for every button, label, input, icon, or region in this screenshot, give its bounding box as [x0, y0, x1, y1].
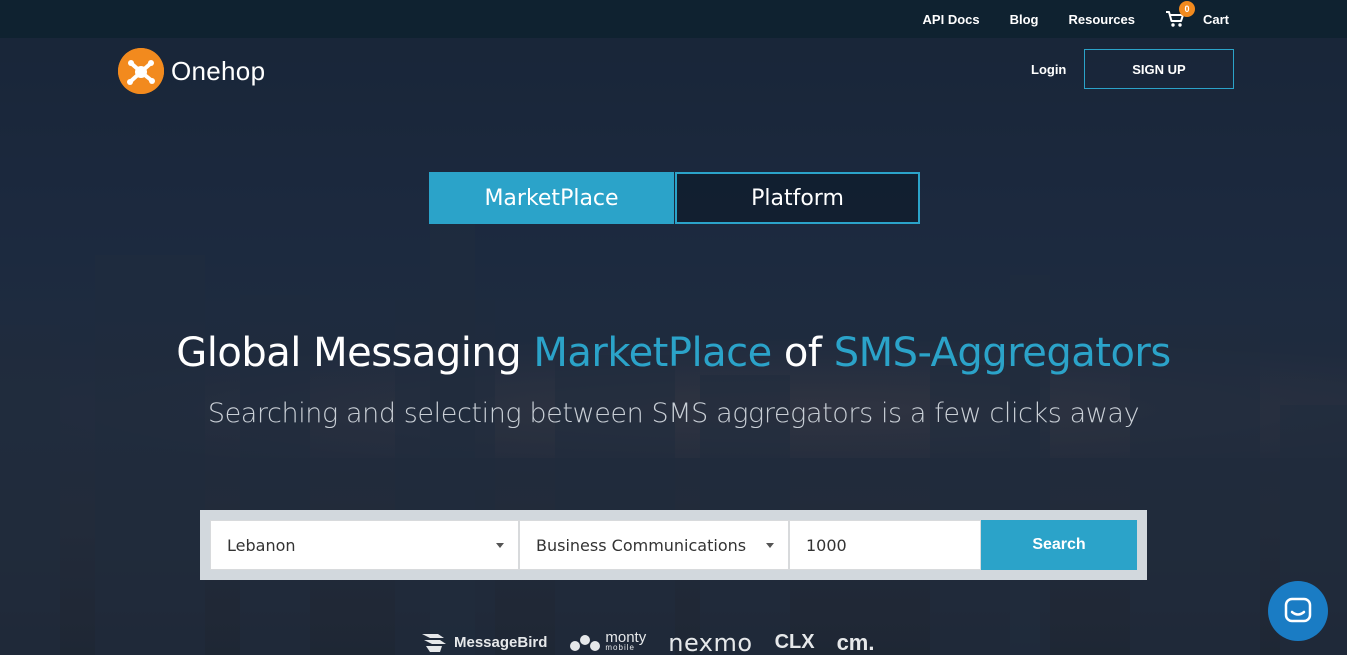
- chevron-down-icon: [766, 543, 774, 548]
- hero-title: Global Messaging MarketPlace of SMS-Aggr…: [176, 330, 1171, 376]
- quantity-input[interactable]: 1000: [789, 520, 981, 570]
- monty-mobile-logo: monty mobile: [569, 630, 646, 654]
- search-form: Lebanon Business Communications 1000 Sea…: [200, 510, 1147, 580]
- search-button[interactable]: Search: [981, 520, 1137, 570]
- category-select[interactable]: Business Communications: [519, 520, 789, 570]
- cart-count-badge: 0: [1178, 1, 1195, 17]
- chat-icon: [1284, 597, 1312, 623]
- api-docs-link[interactable]: API Docs: [923, 12, 980, 27]
- brand-logo[interactable]: Onehop: [118, 48, 265, 94]
- cm-logo: cm.: [836, 629, 875, 655]
- hero-subtitle: Searching and selecting between SMS aggr…: [207, 398, 1140, 429]
- brand-name: Onehop: [171, 55, 266, 86]
- frog-logo-icon: [118, 48, 164, 94]
- login-link[interactable]: Login: [1031, 62, 1066, 77]
- blog-link[interactable]: Blog: [1010, 12, 1039, 27]
- resources-link[interactable]: Resources: [1069, 12, 1135, 27]
- country-select[interactable]: Lebanon: [210, 520, 519, 570]
- partner-logos: MessageBird monty mobile nexmo CLX cm.: [420, 628, 896, 655]
- nexmo-logo: nexmo: [668, 628, 753, 655]
- messagebird-icon: [422, 633, 446, 652]
- site-header: Onehop Login SIGN UP: [0, 38, 1347, 108]
- tab-platform[interactable]: Platform: [675, 172, 920, 224]
- signup-button[interactable]: SIGN UP: [1084, 49, 1234, 89]
- chevron-down-icon: [496, 543, 504, 548]
- cart-label: Cart: [1202, 11, 1229, 27]
- cart-link[interactable]: 0 Cart: [1165, 1, 1229, 28]
- quantity-value: 1000: [806, 535, 847, 555]
- country-value: Lebanon: [227, 535, 296, 555]
- cart-icon: 0: [1165, 1, 1195, 28]
- product-toggle: MarketPlace Platform: [429, 172, 920, 224]
- chat-launcher-button[interactable]: [1268, 581, 1328, 641]
- category-value: Business Communications: [536, 535, 747, 555]
- top-utility-bar: API Docs Blog Resources 0 Cart: [0, 0, 1347, 38]
- clx-logo: CLX: [774, 631, 815, 653]
- tab-marketplace[interactable]: MarketPlace: [429, 172, 674, 224]
- messagebird-logo: MessageBird: [420, 632, 547, 654]
- monty-icon: [570, 634, 601, 651]
